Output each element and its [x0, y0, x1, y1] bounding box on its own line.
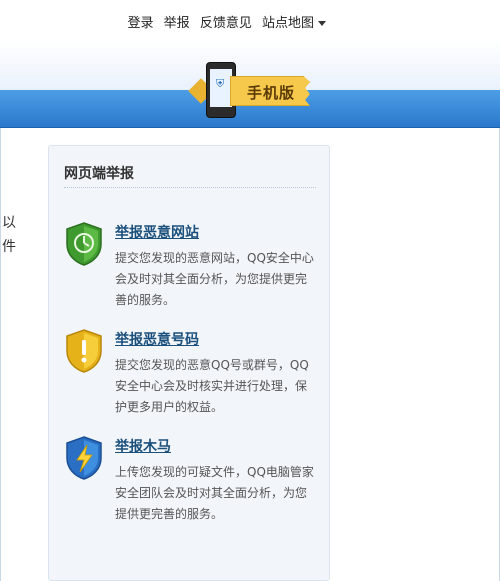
report-link[interactable]: 举报	[164, 16, 190, 31]
phone-screen: ⛨	[210, 69, 232, 107]
left-text-fragment: 以	[2, 215, 16, 231]
left-text-fragment: 件	[2, 239, 16, 255]
mobile-version-badge[interactable]: ⛨ 手机版	[188, 62, 314, 120]
chevron-down-icon	[318, 21, 326, 26]
web-report-panel: 网页端举报 举报恶意网站 提交您发现的恶意网站，QQ安全中心会及时对其全面分析，…	[48, 145, 330, 581]
right-pane	[330, 128, 500, 581]
report-number-link[interactable]: 举报恶意号码	[115, 329, 199, 349]
green-shield-clock-icon	[66, 222, 102, 266]
sitemap-link[interactable]: 站点地图	[262, 16, 326, 31]
yellow-shield-exclamation-icon	[66, 329, 102, 373]
top-bar: 登录 举报 反馈意见 站点地图	[0, 0, 500, 42]
blue-shield-lightning-icon	[66, 436, 102, 480]
report-item-trojan: 举报木马 上传您发现的可疑文件，QQ电脑管家安全团队会及时对其全面分析，为您提供…	[49, 436, 331, 536]
item-description: 提交您发现的恶意网站，QQ安全中心会及时对其全面分析，为您提供更完善的服务。	[115, 251, 314, 307]
panel-title: 网页端举报	[64, 166, 134, 182]
shield-icon: ⛨	[216, 77, 225, 90]
sitemap-label: 站点地图	[261, 16, 314, 31]
report-item-number: 举报恶意号码 提交您发现的恶意QQ号或群号，QQ安全中心会及时核实并进行处理，保…	[49, 329, 331, 429]
divider	[64, 187, 316, 188]
item-description: 上传您发现的可疑文件，QQ电脑管家安全团队会及时对其全面分析，为您提供更完善的服…	[115, 465, 314, 521]
login-link[interactable]: 登录	[128, 16, 154, 31]
left-pane: 以 件	[0, 128, 48, 581]
mobile-version-tag: 手机版	[230, 76, 310, 106]
feedback-link[interactable]: 反馈意见	[200, 16, 252, 31]
report-trojan-link[interactable]: 举报木马	[115, 436, 171, 456]
report-item-website: 举报恶意网站 提交您发现的恶意网站，QQ安全中心会及时对其全面分析，为您提供更完…	[49, 222, 331, 322]
report-website-link[interactable]: 举报恶意网站	[115, 222, 199, 242]
top-links: 登录 举报 反馈意见 站点地图	[122, 12, 326, 31]
item-description: 提交您发现的恶意QQ号或群号，QQ安全中心会及时核实并进行处理，保护更多用户的权…	[115, 358, 309, 414]
